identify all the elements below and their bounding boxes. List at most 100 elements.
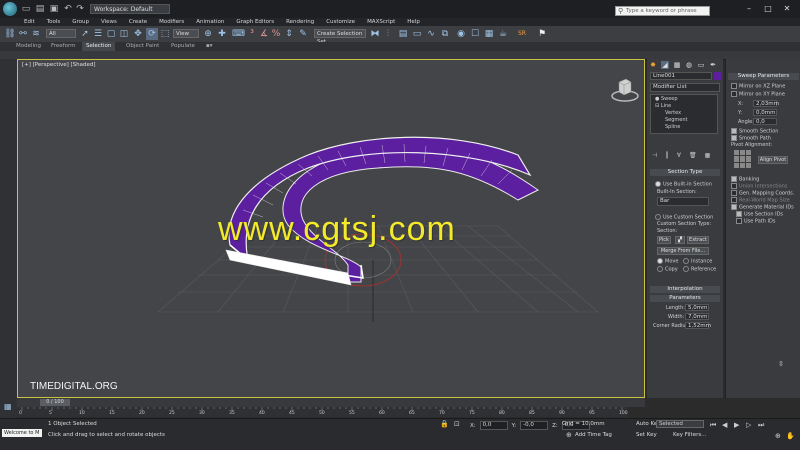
spinner-snap-icon[interactable]: ⇕: [283, 28, 295, 40]
select-by-name-icon[interactable]: ☰: [92, 28, 104, 40]
reference-radio[interactable]: Reference: [683, 266, 716, 273]
move-icon[interactable]: ✥: [132, 28, 144, 40]
corner-radius-field[interactable]: 1,52mm: [685, 322, 711, 329]
key-mode-dropdown[interactable]: Selected: [656, 420, 704, 428]
use-section-ids-checkbox[interactable]: Use Section IDs: [736, 211, 783, 218]
stack-item-segment[interactable]: Segment: [665, 117, 688, 123]
parameters-rollout[interactable]: Parameters: [650, 295, 720, 302]
selection-lock-icon[interactable]: ⊡: [454, 420, 460, 428]
interpolation-rollout[interactable]: Interpolation: [650, 286, 720, 293]
menu-edit[interactable]: Edit: [18, 18, 41, 26]
maxscript-listener-input[interactable]: Welcome to M: [2, 429, 42, 437]
create-tab-icon[interactable]: ✸: [649, 61, 657, 69]
set-key-button[interactable]: Set Key: [636, 432, 657, 438]
width-field[interactable]: 7,0mm: [685, 313, 709, 320]
stack-item-spline[interactable]: Spline: [665, 124, 680, 130]
menu-views[interactable]: Views: [95, 18, 123, 26]
app-logo-icon[interactable]: [3, 2, 17, 16]
link-icon[interactable]: ⛓: [4, 28, 16, 40]
minimize-button[interactable]: –: [740, 3, 758, 14]
pick-shape-icon[interactable]: ▞: [675, 236, 685, 244]
stack-item-sweep[interactable]: ● Sweep: [655, 96, 678, 102]
mirror-xz-checkbox[interactable]: Mirror on XZ Plane: [731, 83, 785, 90]
real-world-map-size-checkbox[interactable]: Real-World Map Size: [731, 197, 790, 204]
menu-create[interactable]: Create: [123, 18, 153, 26]
render-production-icon[interactable]: ☕: [497, 28, 509, 40]
menu-customize[interactable]: Customize: [320, 18, 361, 26]
play-icon[interactable]: ▶: [734, 421, 739, 429]
menu-maxscript[interactable]: MAXScript: [361, 18, 401, 26]
percent-snap-icon[interactable]: %: [270, 28, 282, 40]
next-frame-icon[interactable]: ▷: [746, 421, 751, 429]
quick-access-new-icon[interactable]: ▭: [20, 3, 32, 15]
section-type-rollout[interactable]: Section Type: [650, 169, 720, 176]
select-object-icon[interactable]: ➚: [79, 28, 91, 40]
use-path-ids-checkbox[interactable]: Use Path IDs: [736, 218, 775, 225]
modifier-list-dropdown[interactable]: Modifier List: [650, 83, 720, 92]
teapot-render-icon[interactable]: ⚑: [536, 28, 548, 40]
named-selection-dropdown[interactable]: Create Selection Set: [314, 29, 366, 45]
banking-checkbox[interactable]: Banking: [731, 176, 759, 183]
object-color-swatch[interactable]: [714, 72, 721, 80]
keyboard-shortcut-icon[interactable]: ⌨: [232, 28, 245, 40]
move-radio[interactable]: Move: [657, 258, 678, 265]
utilities-tab-icon[interactable]: ✒: [709, 61, 717, 69]
menu-modifiers[interactable]: Modifiers: [153, 18, 190, 26]
rendered-frame-window-icon[interactable]: ▦: [483, 28, 495, 40]
zoom-extents-icon[interactable]: ⊕: [775, 432, 781, 440]
key-filters-button[interactable]: Key Filters...: [673, 432, 706, 438]
viewcube-icon[interactable]: [610, 74, 640, 104]
layer-explorer-icon[interactable]: ▤: [397, 28, 409, 40]
angle-snap-icon[interactable]: ∡: [258, 28, 270, 40]
pivot-center-icon[interactable]: ⊕: [202, 28, 214, 40]
redo-icon[interactable]: ↷: [74, 3, 86, 15]
instance-radio[interactable]: Instance: [683, 258, 712, 265]
x-offset-field[interactable]: 2,03mm: [753, 100, 779, 107]
align-icon[interactable]: ⫶: [382, 28, 394, 40]
tab-populate[interactable]: Populate: [167, 42, 199, 51]
go-to-start-icon[interactable]: ⏮: [710, 421, 716, 430]
hierarchy-tab-icon[interactable]: ▦: [673, 61, 681, 69]
union-intersections-checkbox[interactable]: Union Intersections: [731, 183, 787, 190]
isolate-selection-icon[interactable]: 🔒: [440, 420, 449, 428]
show-end-result-icon[interactable]: ║: [665, 152, 669, 159]
menu-rendering[interactable]: Rendering: [280, 18, 320, 26]
sweep-parameters-rollout[interactable]: Sweep Parameters: [728, 73, 799, 80]
previous-frame-icon[interactable]: ◀: [722, 421, 727, 429]
object-name-field[interactable]: Line001: [650, 72, 712, 80]
sr-plugin-button[interactable]: SR: [516, 28, 528, 40]
time-tag-icon[interactable]: ⊕: [566, 431, 572, 439]
quick-access-open-icon[interactable]: ▤: [34, 3, 46, 15]
angle-field[interactable]: 0,0: [753, 118, 777, 125]
length-field[interactable]: 5,0mm: [685, 304, 709, 311]
time-slider-track[interactable]: [17, 398, 645, 407]
panel-scroll-indicator[interactable]: ⇳: [778, 361, 784, 368]
extract-button[interactable]: Extract: [687, 236, 709, 244]
mini-curve-editor-icon[interactable]: ▦: [4, 402, 12, 411]
copy-radio[interactable]: Copy: [657, 266, 678, 273]
search-input[interactable]: Type a keyword or phrase: [615, 6, 710, 16]
pivot-alignment-grid[interactable]: [734, 150, 752, 168]
material-editor-icon[interactable]: ◉: [455, 28, 467, 40]
menu-graph-editors[interactable]: Graph Editors: [230, 18, 280, 26]
remove-modifier-icon[interactable]: 🗑: [689, 152, 697, 159]
rectangular-selection-icon[interactable]: ▢: [105, 28, 117, 40]
builtin-section-dropdown[interactable]: Bar: [657, 197, 709, 206]
pin-stack-icon[interactable]: ⊣: [652, 152, 657, 159]
edit-named-selection-icon[interactable]: ✎: [297, 28, 309, 40]
selection-filter-dropdown[interactable]: All: [46, 29, 76, 38]
menu-help[interactable]: Help: [401, 18, 426, 26]
merge-from-file-button[interactable]: Merge From File...: [657, 247, 709, 255]
align-pivot-button[interactable]: Align Pivot: [758, 156, 788, 164]
smooth-section-checkbox[interactable]: Smooth Section: [731, 128, 778, 135]
reference-coordinate-dropdown[interactable]: View: [173, 29, 199, 38]
smooth-path-checkbox[interactable]: Smooth Path: [731, 135, 771, 142]
pick-button[interactable]: Pick: [657, 236, 671, 244]
menu-tools[interactable]: Tools: [41, 18, 67, 26]
mirror-icon[interactable]: ⧓: [369, 28, 381, 40]
menu-animation[interactable]: Animation: [190, 18, 230, 26]
toggle-ribbon-icon[interactable]: ▭: [411, 28, 423, 40]
ribbon-options-icon[interactable]: ▪▾: [202, 42, 217, 51]
configure-modifier-sets-icon[interactable]: ▦: [705, 152, 711, 159]
time-slider[interactable]: 0 / 100: [40, 399, 70, 406]
